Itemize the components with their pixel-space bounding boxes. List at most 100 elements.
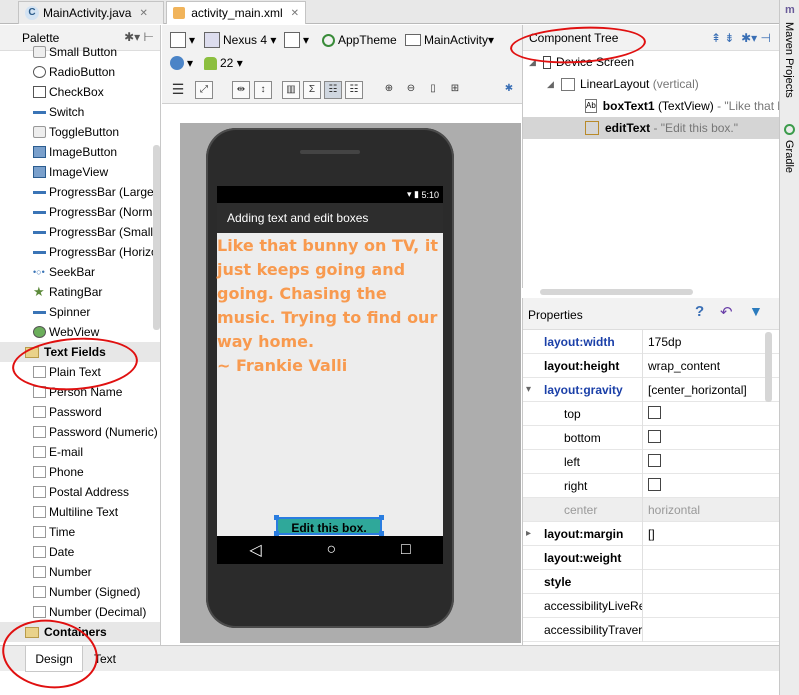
distribute-icon[interactable]: ▥ xyxy=(282,81,300,99)
activity-selector[interactable]: MainActivity ▾ xyxy=(405,30,494,50)
render-config-button[interactable]: ▾ xyxy=(170,30,195,50)
baseline-icon[interactable]: ☷ xyxy=(345,81,363,99)
palette-item[interactable]: Number (Decimal) xyxy=(0,602,160,622)
property-row[interactable]: left xyxy=(523,449,779,474)
property-row[interactable]: center horizontal xyxy=(523,497,779,522)
undo-icon[interactable]: ↶ xyxy=(720,303,733,321)
checkbox[interactable] xyxy=(648,405,661,419)
property-value[interactable] xyxy=(643,405,661,422)
device-nav-bar: ◁ ○ □ xyxy=(217,536,443,564)
filter-icon[interactable]: ▼ xyxy=(749,303,763,319)
property-row[interactable]: accessibilityTraversalAfter xyxy=(523,617,779,642)
palette-item[interactable]: Phone xyxy=(0,462,160,482)
property-value[interactable]: [center_horizontal] xyxy=(643,383,747,397)
expand-horizontal-icon[interactable]: ⇹ xyxy=(232,81,250,99)
palette-item[interactable]: •○• SeekBar xyxy=(0,262,160,282)
property-row[interactable]: right xyxy=(523,473,779,498)
property-value[interactable] xyxy=(643,453,661,470)
palette-item[interactable]: ★ RatingBar xyxy=(0,282,160,302)
property-value[interactable]: [] xyxy=(643,527,655,541)
chevron-down-icon[interactable]: ▾ xyxy=(526,384,531,395)
back-icon[interactable]: ◁ xyxy=(249,540,261,560)
palette-item[interactable]: Spinner xyxy=(0,302,160,322)
property-value[interactable]: horizontal xyxy=(643,503,700,517)
zoom-out-icon[interactable]: ⊖ xyxy=(402,81,420,99)
zoom-fit-icon[interactable]: ⤢ xyxy=(195,81,213,99)
resize-handle[interactable] xyxy=(379,515,384,520)
maven-projects-panel-button[interactable]: Maven Projects xyxy=(783,22,795,98)
api-level-selector[interactable]: 22 ▾ xyxy=(204,53,243,73)
weights-icon[interactable]: Σ xyxy=(303,81,321,99)
recents-icon[interactable]: □ xyxy=(401,541,411,559)
checkbox[interactable] xyxy=(648,453,661,467)
palette-item[interactable]: RadioButton xyxy=(0,62,160,82)
tree-node-boxtext1[interactable]: Ab boxText1 (TextView) - "Like that bunn… xyxy=(523,95,779,117)
gravity-icon[interactable]: ☷ xyxy=(324,81,342,99)
palette-item[interactable]: Date xyxy=(0,542,160,562)
gradle-panel-button[interactable]: Gradle xyxy=(783,140,795,173)
palette-item[interactable]: ProgressBar (Normal) xyxy=(0,202,160,222)
zoom-in-icon[interactable]: ⊕ xyxy=(380,81,398,99)
close-icon[interactable]: ✕ xyxy=(139,8,147,19)
palette-item[interactable]: Time xyxy=(0,522,160,542)
theme-icon xyxy=(322,33,335,47)
palette-item[interactable]: Multiline Text xyxy=(0,502,160,522)
palette-item[interactable]: ProgressBar (Small) xyxy=(0,222,160,242)
palette-item[interactable]: Small Button xyxy=(0,42,160,62)
property-row[interactable]: layout:height wrap_content xyxy=(523,353,779,378)
property-value[interactable] xyxy=(643,477,661,494)
property-row[interactable]: ▾ layout:gravity [center_horizontal] xyxy=(523,377,779,402)
property-value[interactable] xyxy=(643,429,661,446)
checkbox[interactable] xyxy=(648,429,661,443)
palette-item[interactable]: CheckBox xyxy=(0,82,160,102)
editor-bottom-tabs: Design Text xyxy=(0,645,779,672)
preview-textview-boxtext1[interactable]: Like that bunny on TV, it just keeps goi… xyxy=(217,234,443,378)
tree-node-linearlayout[interactable]: ◢ LinearLayout (vertical) xyxy=(523,73,779,95)
settings-icon[interactable]: ✱ xyxy=(500,81,518,99)
theme-selector[interactable]: AppTheme xyxy=(322,30,397,50)
palette-item[interactable]: Postal Address xyxy=(0,482,160,502)
property-row[interactable]: ▸ layout:margin [] xyxy=(523,521,779,546)
palette-item[interactable]: ImageButton xyxy=(0,142,160,162)
palette-item[interactable]: E-mail xyxy=(0,442,160,462)
actual-size-icon[interactable]: ▯ xyxy=(424,81,442,99)
tree-scroll-thumb[interactable] xyxy=(540,289,693,295)
palette-item[interactable]: ImageView xyxy=(0,162,160,182)
device-selector[interactable]: Nexus 4 ▾ xyxy=(204,30,276,50)
palette-toggle-icon[interactable]: ☰ xyxy=(169,81,187,99)
property-row[interactable]: style xyxy=(523,569,779,594)
palette-item[interactable]: Password xyxy=(0,402,160,422)
orientation-button[interactable]: ▾ xyxy=(284,30,309,50)
property-row[interactable]: bottom xyxy=(523,425,779,450)
property-row[interactable]: layout:width 175dp xyxy=(523,329,779,354)
palette-scrollbar[interactable] xyxy=(153,145,160,330)
palette-item[interactable]: Number (Signed) xyxy=(0,582,160,602)
property-row[interactable]: top xyxy=(523,401,779,426)
property-value[interactable]: 175dp xyxy=(643,335,681,349)
expand-vertical-icon[interactable]: ↕ xyxy=(254,81,272,99)
palette-item[interactable]: ProgressBar (Large) xyxy=(0,182,160,202)
close-icon[interactable]: ✕ xyxy=(291,8,299,19)
fit-screen-icon[interactable]: ⊞ xyxy=(446,81,464,99)
palette-item[interactable]: ProgressBar (Horizontal) xyxy=(0,242,160,262)
property-row[interactable]: layout:weight xyxy=(523,545,779,570)
property-row[interactable]: accessibilityLiveRegion xyxy=(523,593,779,618)
properties-scrollbar[interactable] xyxy=(765,332,772,402)
tree-actions-icon[interactable]: ⇞ ⇟ ✱▾ ⊣ xyxy=(711,31,771,45)
property-value[interactable]: wrap_content xyxy=(643,359,720,373)
checkbox[interactable] xyxy=(648,477,661,491)
palette-item[interactable]: Number xyxy=(0,562,160,582)
tab-mainactivity-java[interactable]: C MainActivity.java ✕ xyxy=(18,1,164,24)
home-icon[interactable]: ○ xyxy=(326,541,336,559)
palette-item[interactable]: Password (Numeric) xyxy=(0,422,160,442)
palette-item[interactable]: ToggleButton xyxy=(0,122,160,142)
help-icon[interactable]: ? xyxy=(695,303,704,320)
chevron-right-icon[interactable]: ▸ xyxy=(526,528,531,539)
palette-item[interactable]: Switch xyxy=(0,102,160,122)
resize-handle[interactable] xyxy=(274,515,279,520)
property-name: layout:width xyxy=(523,329,643,354)
tree-node-edittext[interactable]: editText - "Edit this box." xyxy=(523,117,779,139)
preview-edittext[interactable]: Edit this box. xyxy=(276,517,382,535)
locale-selector[interactable]: ▾ xyxy=(170,53,193,73)
tab-activity-main-xml[interactable]: activity_main.xml ✕ xyxy=(166,1,306,24)
